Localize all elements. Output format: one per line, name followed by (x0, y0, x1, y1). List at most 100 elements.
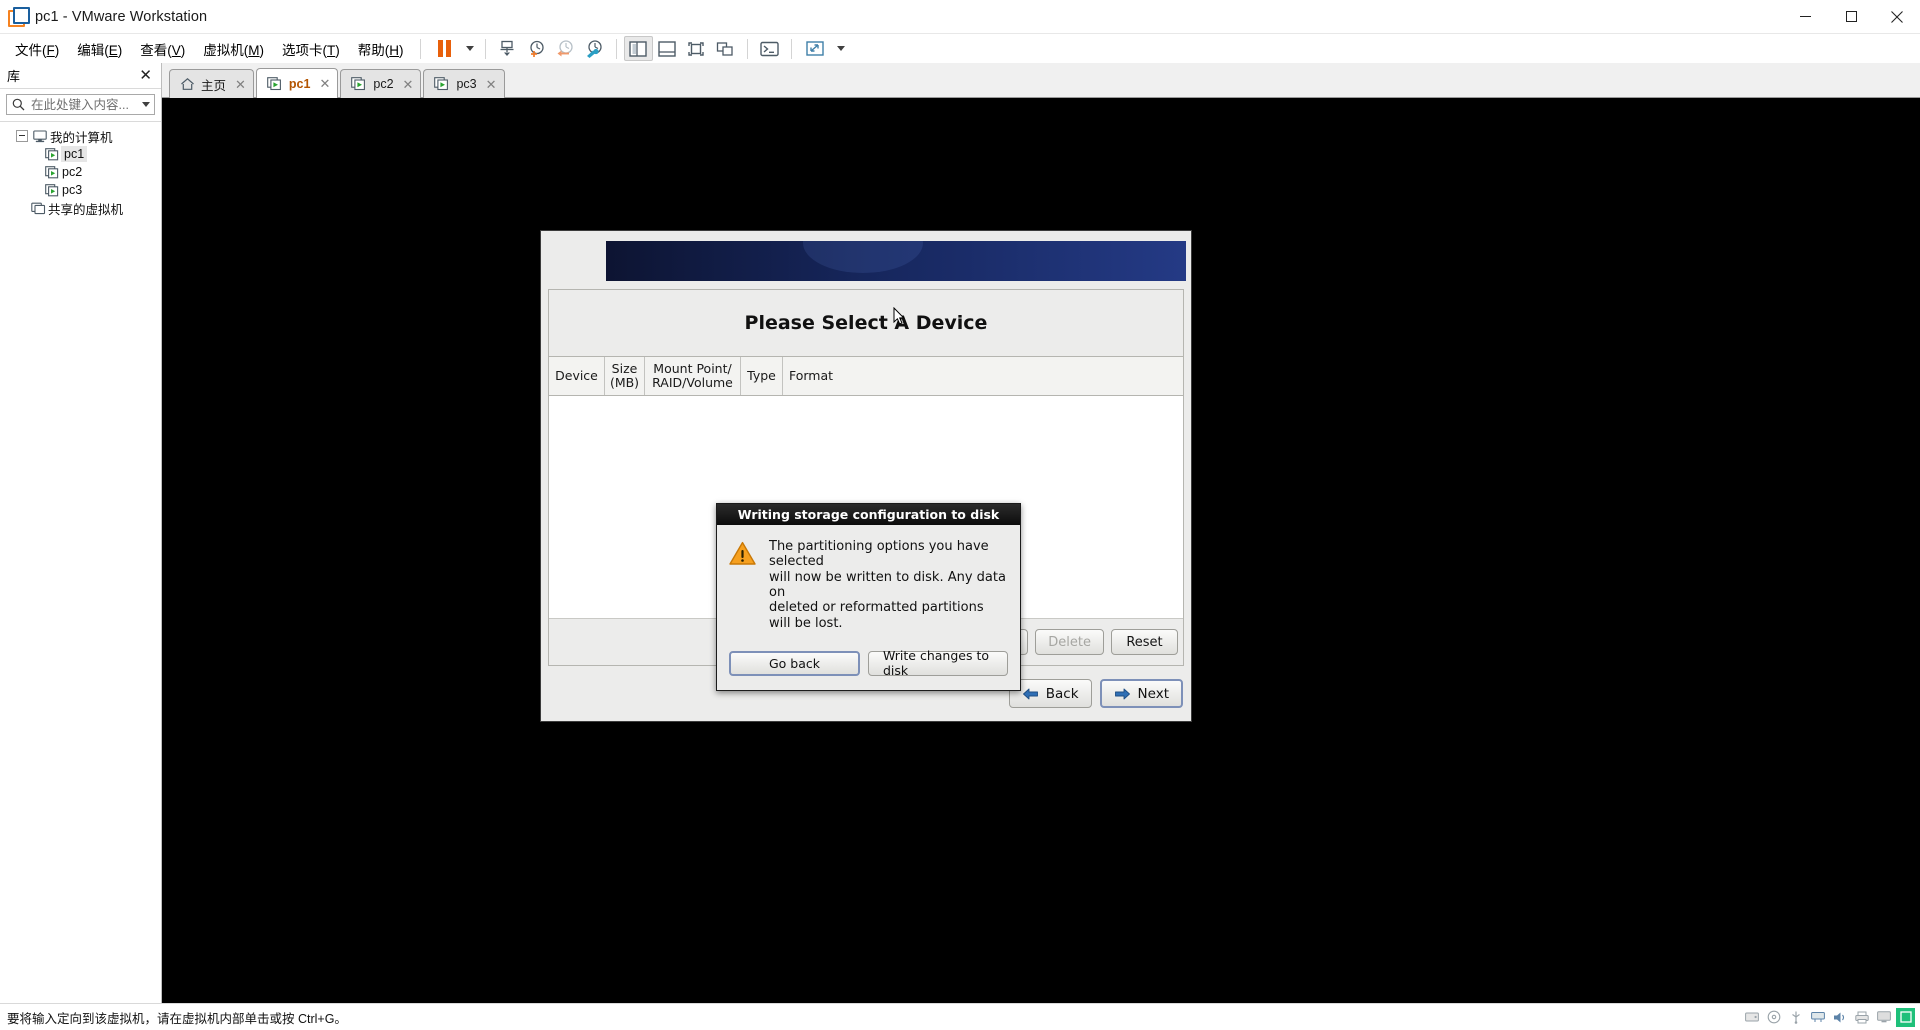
write-changes-button[interactable]: Write changes to disk (868, 648, 1008, 678)
close-icon[interactable] (1874, 0, 1920, 33)
tree-item-shared-vms[interactable]: 共享的虚拟机 (0, 199, 161, 217)
tree-item-label: 我的计算机 (50, 130, 113, 145)
vm-icon (45, 183, 62, 197)
column-header-size[interactable]: Size (MB) (605, 357, 645, 395)
stretch-guest-button[interactable] (799, 36, 833, 61)
warning-triangle-icon (729, 541, 756, 631)
column-header-text: Size (611, 361, 638, 376)
dialog-title: Writing storage configuration to disk (717, 504, 1020, 525)
chevron-down-icon[interactable] (138, 95, 154, 114)
tree-item-label: 共享的虚拟机 (48, 202, 124, 217)
snapshot-take-icon (530, 40, 544, 57)
snapshot-manager-icon (587, 39, 602, 58)
toolbar-separator (615, 38, 617, 59)
tree-item-my-computer[interactable]: 我的计算机 (0, 127, 161, 145)
column-header-format[interactable]: Format (783, 357, 839, 395)
back-button[interactable]: Back (1008, 679, 1092, 708)
take-snapshot-button[interactable] (522, 36, 551, 61)
power-dropdown-button[interactable] (462, 36, 478, 61)
vm-icon (434, 77, 450, 91)
next-button[interactable]: Next (1099, 679, 1183, 708)
library-sidebar: 库 ✕ 在此处键入内容... 我的计算机 pc1 pc2 pc3 共享的虚拟机 (0, 63, 162, 1003)
menu-view-mnemonic: V (171, 42, 181, 58)
cd-status-icon[interactable] (1764, 1008, 1783, 1027)
tab-pc2[interactable]: pc2 ✕ (340, 69, 422, 98)
show-library-button[interactable] (623, 36, 653, 61)
stretch-dropdown-button[interactable] (833, 36, 849, 61)
console-view-button[interactable] (755, 36, 784, 61)
snapshot-manager-button[interactable] (580, 36, 609, 61)
right-pane: 主页 ✕ pc1 ✕ pc2 ✕ pc3 ✕ Please Select A D… (162, 63, 1920, 1003)
collapse-icon[interactable] (16, 130, 28, 142)
library-search-row[interactable] (6, 94, 155, 115)
write-storage-dialog: Writing storage configuration to disk Th… (716, 503, 1021, 691)
suspend-button[interactable] (428, 36, 462, 61)
anaconda-installer-window: Please Select A Device Device Size (MB) (540, 230, 1192, 722)
tab-bar: 主页 ✕ pc1 ✕ pc2 ✕ pc3 ✕ (162, 63, 1920, 98)
show-library-icon (629, 40, 647, 57)
fullscreen-icon (688, 41, 704, 56)
display-status-icon[interactable] (1874, 1008, 1893, 1027)
menu-vm[interactable]: 虚拟机(M) (194, 35, 273, 63)
menu-vm-mnemonic: M (248, 42, 260, 58)
hdd-status-icon[interactable] (1742, 1008, 1761, 1027)
fullscreen-button[interactable] (682, 36, 711, 61)
tab-pc3[interactable]: pc3 ✕ (423, 69, 505, 98)
menu-file-label: 文件 (15, 42, 42, 58)
vm-icon (45, 165, 62, 179)
library-tree: 我的计算机 pc1 pc2 pc3 共享的虚拟机 (0, 121, 161, 1003)
dialog-buttons: Go back Write changes to disk (717, 635, 1020, 690)
status-device-icons (1742, 1007, 1920, 1027)
window-controls (1782, 0, 1920, 33)
vmware-status-icon[interactable] (1896, 1007, 1915, 1027)
vmware-workstation-window: pc1 - VMware Workstation 文件(F) 编辑(E) 查看(… (0, 0, 1920, 1030)
tab-pc1[interactable]: pc1 ✕ (255, 68, 339, 98)
chevron-down-icon (836, 46, 845, 51)
close-icon[interactable]: ✕ (136, 68, 155, 83)
close-icon[interactable]: ✕ (403, 78, 414, 91)
tab-home[interactable]: 主页 ✕ (169, 69, 254, 98)
show-thumbnail-bar-button[interactable] (653, 36, 682, 61)
home-icon (180, 77, 195, 91)
printer-status-icon[interactable] (1852, 1008, 1871, 1027)
minimize-icon[interactable] (1782, 0, 1828, 33)
device-table-header: Device Size (MB) Mount Point/ RAID/Volum… (549, 357, 1183, 396)
menu-file[interactable]: 文件(F) (6, 35, 68, 63)
dialog-message-line: deleted or reformatted partitions will b… (769, 600, 984, 631)
column-header-type[interactable]: Type (741, 357, 783, 395)
snapshot-revert-icon (557, 39, 573, 56)
close-icon[interactable]: ✕ (486, 78, 497, 91)
next-button-label: Next (1137, 685, 1169, 702)
menu-help[interactable]: 帮助(H) (349, 35, 413, 63)
menu-tabs[interactable]: 选项卡(T) (273, 35, 349, 63)
main-body: 库 ✕ 在此处键入内容... 我的计算机 pc1 pc2 pc3 共享的虚拟机 … (0, 63, 1920, 1003)
usb-status-icon[interactable] (1786, 1008, 1805, 1027)
maximize-icon[interactable] (1828, 0, 1874, 33)
search-input[interactable] (29, 96, 138, 113)
network-status-icon[interactable] (1808, 1008, 1827, 1027)
reset-button[interactable]: Reset (1111, 629, 1178, 655)
menu-help-mnemonic: H (389, 42, 400, 58)
go-back-button[interactable]: Go back (729, 650, 860, 676)
menu-edit[interactable]: 编辑(E) (68, 35, 131, 63)
unity-mode-button[interactable] (711, 36, 740, 61)
library-title: 库 (7, 69, 21, 84)
page-title: Please Select A Device (549, 290, 1183, 357)
column-header-device[interactable]: Device (549, 357, 605, 395)
close-icon[interactable]: ✕ (235, 78, 246, 91)
sound-status-icon[interactable] (1830, 1008, 1849, 1027)
menu-view[interactable]: 查看(V) (131, 35, 194, 63)
tree-item-pc3[interactable]: pc3 (0, 181, 161, 199)
column-header-mount-point[interactable]: Mount Point/ RAID/Volume (645, 357, 741, 395)
tree-item-pc1[interactable]: pc1 (0, 145, 161, 163)
chevron-down-icon (465, 46, 474, 51)
dialog-body: The partitioning options you have select… (717, 525, 1020, 635)
vm-console-screen[interactable]: Please Select A Device Device Size (MB) (162, 98, 1920, 1003)
tree-item-label: pc1 (61, 146, 88, 162)
send-cad-button[interactable] (493, 36, 522, 61)
toolbar-separator (419, 38, 421, 59)
revert-snapshot-button[interactable] (551, 36, 580, 61)
tree-item-pc2[interactable]: pc2 (0, 163, 161, 181)
close-icon[interactable]: ✕ (319, 77, 330, 90)
vm-icon (267, 76, 283, 91)
